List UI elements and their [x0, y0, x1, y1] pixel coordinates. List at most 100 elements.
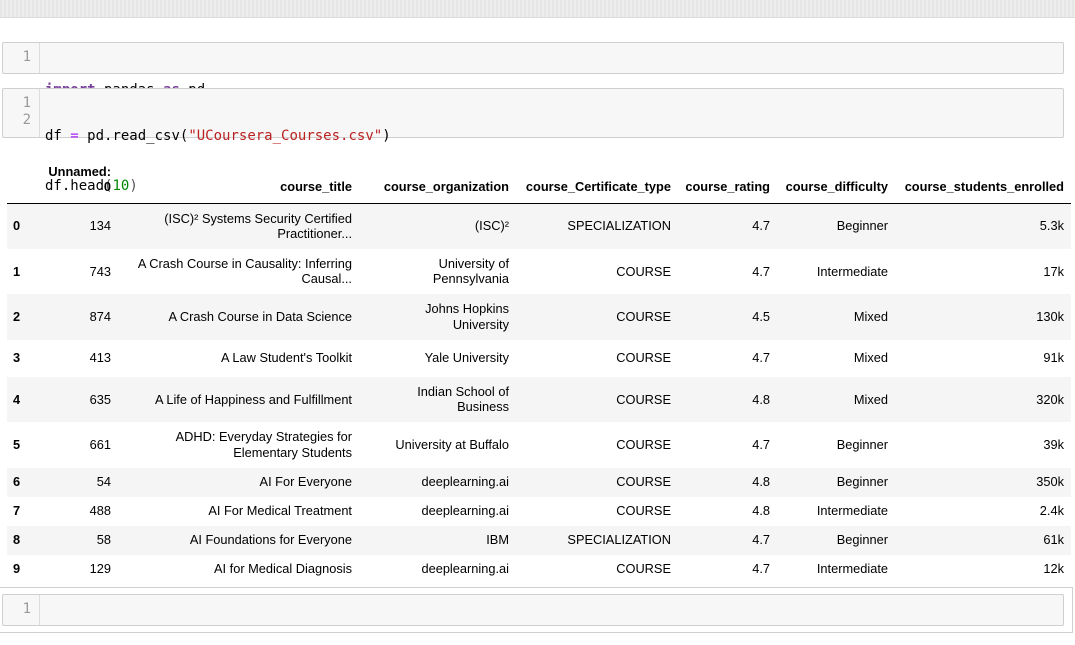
cell-course-organization: Yale University — [424, 350, 509, 366]
cell-course-rating: 4.5 — [752, 309, 770, 324]
cell-students-enrolled: 39k — [1043, 437, 1064, 452]
line-number-gutter: 1 — [3, 43, 40, 73]
cell-course-rating: 4.7 — [752, 218, 770, 234]
cell-course-rating: 4.7 — [752, 350, 770, 366]
cell-certificate-type: COURSE — [616, 391, 671, 407]
column-header-course-rating: course_rating — [678, 160, 777, 204]
cell-course-difficulty: Intermediate — [816, 561, 888, 577]
cell-course-title: AI Foundations for Everyone — [189, 532, 352, 548]
cell-students-enrolled: 2.4k — [1039, 503, 1064, 519]
cell-course-difficulty: Beginner — [836, 532, 888, 548]
cell-course-difficulty: Beginner — [836, 474, 888, 490]
cell-course-difficulty: Beginner — [836, 437, 888, 452]
cell-course-organization: University of Pennsylvania — [432, 255, 509, 287]
cell-unnamed: 661 — [89, 437, 111, 452]
table-row: 9 129 AI for Medical Diagnosis deeplearning… — [7, 555, 1071, 584]
cell-course-organization: deeplearning.ai — [421, 474, 509, 490]
cell-course-rating: 4.7 — [752, 437, 770, 452]
table-row: 6 54 AI For Everyone deeplearning.ai COURSE 4… — [7, 467, 1071, 497]
cell-course-title: A Life of Happiness and Fulfillment — [154, 391, 352, 407]
table-row: 5 661 ADHD: Everyday Strategies for Elemen… — [7, 422, 1071, 468]
cell-certificate-type: COURSE — [616, 503, 671, 519]
cell-course-difficulty: Mixed — [853, 391, 888, 407]
code-editor[interactable]: df = pd.read_csv("UCoursera_Courses.csv"… — [40, 89, 391, 194]
cell-course-title: A Law Student's Toolkit — [221, 350, 352, 366]
table-row: 0 134 (ISC)² Systems Security Certified Pr… — [7, 203, 1071, 249]
row-index: 9 — [13, 561, 21, 577]
row-index: 0 — [13, 218, 21, 234]
cell-students-enrolled: 320k — [1036, 391, 1064, 407]
cell-students-enrolled: 17k — [1043, 263, 1064, 279]
cell-course-title: ADHD: Everyday Strategies for Elementary… — [175, 429, 352, 460]
notebook-top-toolbar-edge — [0, 0, 1075, 18]
row-index: 4 — [13, 391, 21, 407]
table-row: 4 635 A Life of Happiness and Fulfillment I… — [7, 376, 1071, 422]
cell-course-organization: IBM — [486, 532, 509, 548]
row-index: 5 — [13, 437, 21, 452]
cell-course-rating: 4.7 — [752, 263, 770, 279]
column-header-course-organization: course_organization — [359, 160, 516, 204]
cell-course-organization: Johns Hopkins University — [425, 301, 509, 332]
cell-certificate-type: COURSE — [616, 561, 671, 577]
row-index: 6 — [13, 474, 21, 490]
table-row: 1 743 A Crash Course in Causality: Inferri… — [7, 249, 1071, 295]
cell-course-difficulty: Mixed — [853, 350, 888, 366]
cell-course-rating: 4.8 — [752, 503, 770, 519]
column-header-students-enrolled: course_students_enrolled — [895, 160, 1071, 204]
cell-course-title: AI For Medical Treatment — [208, 503, 352, 519]
cell-students-enrolled: 12k — [1043, 561, 1064, 577]
cell-students-enrolled: 130k — [1036, 309, 1064, 324]
table-header-row: Unnamed: 0 course_title course_organizat… — [7, 160, 1071, 204]
cell-course-difficulty: Beginner — [836, 218, 888, 234]
row-index: 3 — [13, 350, 21, 366]
cell-course-rating: 4.7 — [752, 532, 770, 548]
cell-certificate-type: COURSE — [616, 309, 671, 324]
code-editor[interactable] — [40, 595, 79, 625]
table-row: 8 58 AI Foundations for Everyone IBM SPECIAL… — [7, 525, 1071, 555]
line-number: 2 — [22, 111, 31, 128]
cell-course-difficulty: Mixed — [853, 309, 888, 324]
cell-certificate-type: SPECIALIZATION — [567, 532, 671, 548]
code-cell-empty[interactable]: 1 — [2, 594, 1064, 626]
code-cell-read-csv[interactable]: 1 2 df = pd.read_csv("UCoursera_Courses.… — [2, 88, 1064, 194]
cell-certificate-type: SPECIALIZATION — [567, 218, 671, 234]
cell-certificate-type: COURSE — [616, 474, 671, 490]
cell-course-title: AI for Medical Diagnosis — [214, 561, 352, 577]
cell-course-title: (ISC)² Systems Security Certified Practi… — [164, 210, 352, 242]
cell-course-organization: deeplearning.ai — [421, 561, 509, 577]
cell-students-enrolled: 61k — [1043, 532, 1064, 548]
row-index: 7 — [13, 503, 21, 519]
code-editor[interactable]: import pandas as pd — [40, 43, 205, 98]
cell-course-rating: 4.7 — [752, 561, 770, 577]
cell-course-organization: Indian School of Business — [417, 383, 509, 415]
cell-students-enrolled: 350k — [1036, 474, 1064, 490]
dataframe-output-table: Unnamed: 0 course_title course_organizat… — [7, 160, 1071, 584]
column-header-course-difficulty: course_difficulty — [777, 160, 895, 204]
code-line[interactable]: df = pd.read_csv("UCoursera_Courses.csv"… — [45, 128, 391, 145]
cell-course-organization: deeplearning.ai — [421, 503, 509, 519]
cell-course-organization: University at Buffalo — [395, 437, 509, 452]
cell-unnamed: 635 — [89, 391, 111, 407]
cell-course-title: A Crash Course in Data Science — [168, 309, 352, 324]
table-row: 2 874 A Crash Course in Data Science Johns … — [7, 294, 1071, 340]
cell-unnamed: 134 — [89, 218, 111, 234]
cell-unnamed: 488 — [89, 503, 111, 519]
column-header-unnamed: Unnamed: 0 — [40, 160, 118, 204]
cell-unnamed: 54 — [96, 474, 111, 490]
cell-unnamed: 874 — [89, 309, 111, 324]
cell-course-title: A Crash Course in Causality: Inferring C… — [137, 255, 352, 287]
row-index: 2 — [13, 309, 21, 324]
cell-students-enrolled: 5.3k — [1039, 218, 1064, 234]
line-number: 1 — [22, 601, 31, 617]
code-cell-import[interactable]: 1 import pandas as pd — [2, 42, 1064, 98]
line-number: 1 — [22, 49, 31, 65]
cell-unnamed: 413 — [89, 350, 111, 366]
cell-students-enrolled: 91k — [1043, 350, 1064, 366]
code-line[interactable] — [45, 634, 79, 645]
cell-unnamed: 129 — [89, 561, 111, 577]
cell-certificate-type: COURSE — [616, 263, 671, 279]
line-number: 1 — [22, 95, 31, 111]
cell-course-rating: 4.8 — [752, 391, 770, 407]
column-header-course-title: course_title — [118, 160, 359, 204]
cell-certificate-type: COURSE — [616, 437, 671, 452]
